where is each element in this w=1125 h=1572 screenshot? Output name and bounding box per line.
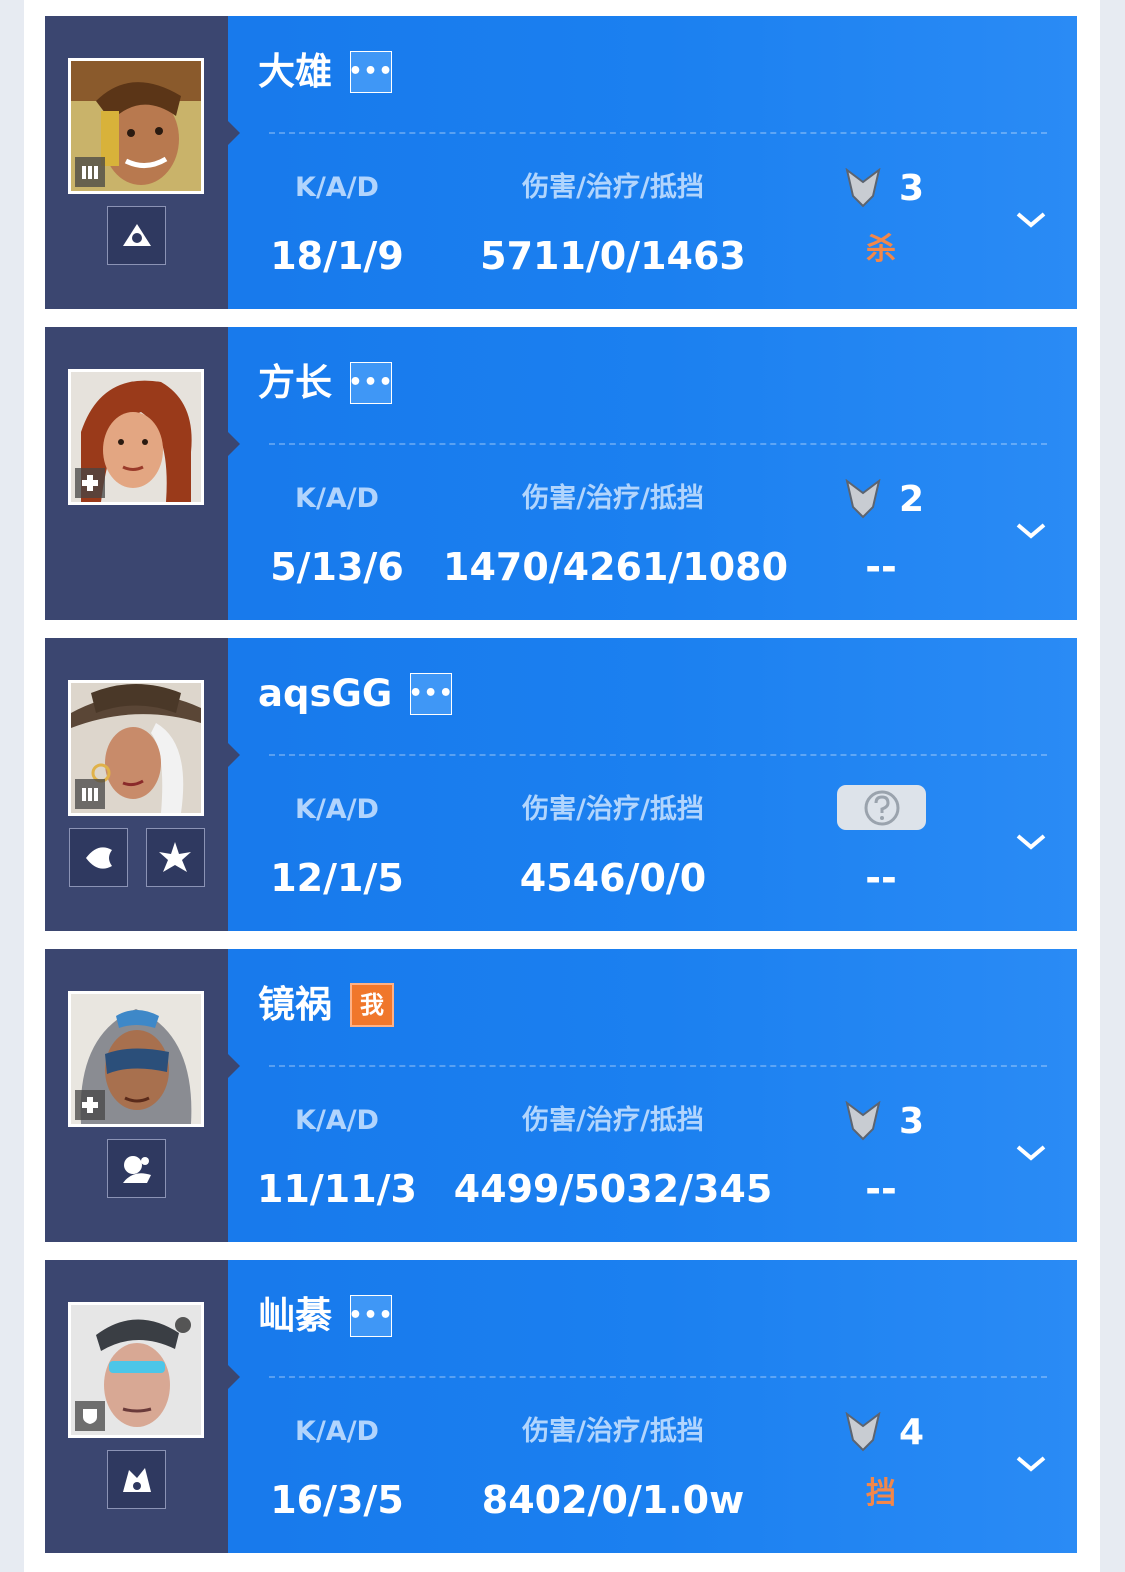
stats-label: 伤害/治疗/抵挡: [522, 1416, 704, 1447]
highlight-tag: 挡: [866, 1476, 896, 1511]
divider: [269, 1376, 1047, 1378]
player-card[interactable]: 镜祸 我 K/A/D 伤害/治疗/抵挡 3 11/11/3 4499/5032/…: [45, 949, 1077, 1242]
player-name: aqsGG: [258, 672, 393, 715]
player-name: 屾綦: [258, 1294, 332, 1337]
player-card[interactable]: 大雄 ••• K/A/D 伤害/治疗/抵挡 3 18/1/9 5711/0/14…: [45, 16, 1077, 309]
panel-notch: [228, 1054, 240, 1078]
highlight-tag: 杀: [866, 232, 896, 267]
kad-label: K/A/D: [295, 794, 379, 825]
rank-emblem-icon: [845, 1101, 881, 1141]
divider: [269, 132, 1047, 134]
panel-notch: [228, 1365, 240, 1389]
panel-notch: [228, 743, 240, 767]
hero-avatar[interactable]: [68, 58, 204, 194]
ability-icon[interactable]: [145, 828, 205, 887]
divider: [269, 443, 1047, 445]
highlight-tag: --: [865, 1167, 897, 1211]
chevron-down-icon[interactable]: [1015, 1144, 1047, 1162]
support-role-icon: [75, 468, 105, 498]
stats-label: 伤害/治疗/抵挡: [522, 172, 704, 203]
rank-display: 2: [845, 477, 924, 521]
ability-icon[interactable]: [107, 1450, 166, 1509]
more-options-button[interactable]: •••: [409, 673, 453, 715]
player-name-row: 大雄 •••: [258, 46, 393, 98]
ability-icon[interactable]: [68, 828, 128, 887]
tank-role-icon: [75, 1401, 105, 1431]
player-name: 方长: [258, 361, 332, 404]
stats-value: 5711/0/1463: [480, 234, 746, 278]
question-mark-icon: [864, 790, 899, 825]
panel-notch: [228, 121, 240, 145]
damage-role-icon: [75, 779, 105, 809]
chevron-down-icon[interactable]: [1015, 833, 1047, 851]
more-options-button[interactable]: •••: [348, 51, 393, 93]
kad-label: K/A/D: [295, 1416, 379, 1447]
support-role-icon: [75, 1090, 105, 1120]
more-options-button[interactable]: •••: [348, 1295, 393, 1337]
kad-value: 5/13/6: [270, 545, 404, 589]
rank-value: 3: [899, 1100, 925, 1142]
player-card[interactable]: 屾綦 ••• K/A/D 伤害/治疗/抵挡 4 16/3/5 8402/0/1.…: [45, 1260, 1077, 1553]
hero-avatar[interactable]: [68, 1302, 204, 1438]
stats-label: 伤害/治疗/抵挡: [522, 1105, 704, 1136]
chevron-down-icon[interactable]: [1015, 211, 1047, 229]
divider: [269, 754, 1047, 756]
me-badge: 我: [350, 983, 394, 1027]
chevron-down-icon[interactable]: [1015, 1455, 1047, 1473]
kad-value: 18/1/9: [270, 234, 404, 278]
player-card[interactable]: aqsGG ••• K/A/D 伤害/治疗/抵挡 12/1/5 4546/0/0…: [45, 638, 1077, 931]
ability-icon[interactable]: [107, 1139, 166, 1198]
stats-value: 8402/0/1.0w: [481, 1478, 745, 1522]
highlight-tag: --: [865, 856, 897, 900]
hero-avatar[interactable]: [68, 680, 204, 816]
rank-value: 2: [899, 478, 925, 520]
rank-emblem-icon: [845, 168, 881, 208]
kad-value: 16/3/5: [270, 1478, 404, 1522]
stats-value: 1470/4261/1080: [443, 545, 789, 589]
stats-label: 伤害/治疗/抵挡: [522, 794, 704, 825]
rank-value: 3: [899, 167, 925, 209]
hero-avatar[interactable]: [68, 991, 204, 1127]
player-name: 大雄: [258, 50, 332, 93]
kad-value: 11/11/3: [257, 1167, 417, 1211]
hero-avatar[interactable]: [68, 369, 204, 505]
player-card[interactable]: 方长 ••• K/A/D 伤害/治疗/抵挡 2 5/13/6 1470/4261…: [45, 327, 1077, 620]
kad-value: 12/1/5: [270, 856, 404, 900]
stats-label: 伤害/治疗/抵挡: [522, 483, 704, 514]
damage-role-icon: [75, 157, 105, 187]
panel-notch: [228, 432, 240, 456]
player-name-row: 镜祸 我: [258, 979, 394, 1031]
kad-label: K/A/D: [295, 172, 379, 203]
stats-value: 4499/5032/345: [453, 1167, 773, 1211]
player-name-row: aqsGG •••: [258, 668, 453, 720]
kad-label: K/A/D: [295, 483, 379, 514]
player-name-row: 方长 •••: [258, 357, 393, 409]
player-name-row: 屾綦 •••: [258, 1290, 393, 1342]
stats-value: 4546/0/0: [519, 856, 707, 900]
rank-emblem-icon: [845, 479, 881, 519]
more-options-button[interactable]: •••: [348, 362, 393, 404]
divider: [269, 1065, 1047, 1067]
unranked-badge: [837, 785, 926, 830]
rank-display: 3: [845, 1099, 924, 1143]
highlight-tag: --: [865, 545, 897, 589]
player-name: 镜祸: [258, 983, 332, 1026]
chevron-down-icon[interactable]: [1015, 522, 1047, 540]
rank-emblem-icon: [845, 1412, 881, 1452]
rank-value: 4: [899, 1411, 925, 1453]
rank-display: 3: [845, 166, 924, 210]
rank-display: 4: [845, 1410, 924, 1454]
kad-label: K/A/D: [295, 1105, 379, 1136]
ability-icon[interactable]: [107, 206, 166, 265]
